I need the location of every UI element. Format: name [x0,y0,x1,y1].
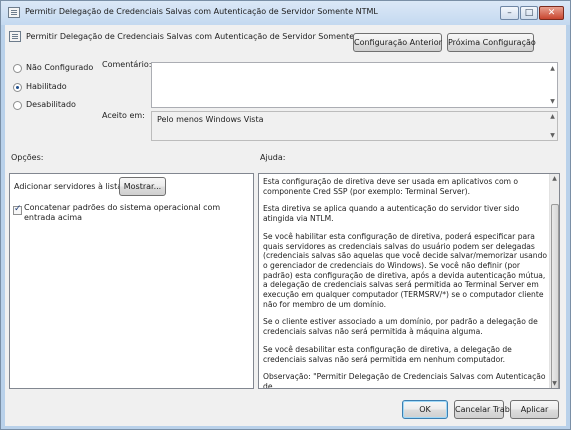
radio-enabled-label[interactable]: Habilitado [26,82,67,91]
title-bar[interactable]: Permitir Delegação de Credenciais Salvas… [1,1,570,25]
help-paragraph: Esta diretiva se aplica quando a autenti… [263,204,520,224]
scroll-down-icon[interactable]: ▼ [549,132,556,139]
options-panel: Adicionar servidores à lista: Mostrar...… [9,173,254,389]
help-paragraph: Esta configuração de diretiva deve ser u… [263,177,519,196]
concat-checkbox[interactable]: ✓ [13,204,22,215]
policy-title: Permitir Delegação de Credenciais Salvas… [26,32,379,41]
comment-textarea[interactable]: ▲ ▼ [151,62,558,108]
help-label: Ajuda: [260,153,286,162]
radio-enabled[interactable] [13,83,22,92]
add-servers-label: Adicionar servidores à lista: [14,182,125,191]
ok-button[interactable]: OK [402,400,448,419]
close-button[interactable]: ✕ [539,6,564,20]
next-setting-button[interactable]: Próxima Configuração [447,33,536,52]
supported-on-value: Pelo menos Windows Vista [157,115,264,124]
supported-on-label: Aceito em: [102,111,145,120]
policy-icon [9,31,21,42]
comment-scrollbar[interactable]: ▲ ▼ [548,63,557,107]
dialog-client-area: Permitir Delegação de Credenciais Salvas… [5,25,566,426]
scrollbar-thumb[interactable] [551,204,559,388]
scroll-up-icon[interactable]: ▲ [549,65,556,72]
cancel-button[interactable]: Cancelar Trabalho [454,400,527,419]
comment-label: Comentário: [102,60,152,69]
checkmark-icon: ✓ [14,204,22,214]
scroll-down-icon[interactable]: ▼ [549,98,556,105]
help-panel[interactable]: Esta configuração de diretiva deve ser u… [258,173,560,389]
scroll-up-icon[interactable]: ▲ [549,113,556,120]
maximize-button[interactable]: □ [520,6,538,20]
supported-scrollbar[interactable]: ▲ ▼ [548,112,557,140]
minimize-button[interactable]: – [500,6,519,20]
radio-disabled-label[interactable]: Desabilitado [26,100,76,109]
dialog-window: Permitir Delegação de Credenciais Salvas… [0,0,571,430]
show-button[interactable]: Mostrar... [119,177,166,196]
help-scrollbar[interactable]: ▲ ▼ [549,174,559,388]
policy-window-icon [8,7,20,18]
help-paragraph: Se você desabilitar esta configuração de… [263,344,512,364]
supported-on-field: Pelo menos Windows Vista ▲ ▼ [151,111,558,141]
radio-not-configured-label[interactable]: Não Configurado [26,63,93,72]
help-paragraph: Se o cliente estiver associado a um domí… [263,317,538,337]
scroll-up-icon[interactable]: ▲ [551,175,558,182]
help-text: Esta configuração de diretiva deve ser u… [263,177,549,389]
apply-button[interactable]: Aplicar [510,400,559,419]
help-paragraph: Se você habilitar esta configuração de d… [263,231,548,309]
radio-not-configured[interactable] [13,64,22,73]
options-label: Opções: [11,153,44,162]
help-paragraph: Observação: "Permitir Delegação de Crede… [263,372,546,389]
radio-disabled[interactable] [13,101,22,110]
concat-checkbox-label[interactable]: Concatenar padrões do sistema operaciona… [24,203,242,223]
previous-setting-button[interactable]: Configuração Anterior [353,33,442,52]
window-title: Permitir Delegação de Credenciais Salvas… [25,7,378,16]
scroll-down-icon[interactable]: ▼ [551,380,558,387]
